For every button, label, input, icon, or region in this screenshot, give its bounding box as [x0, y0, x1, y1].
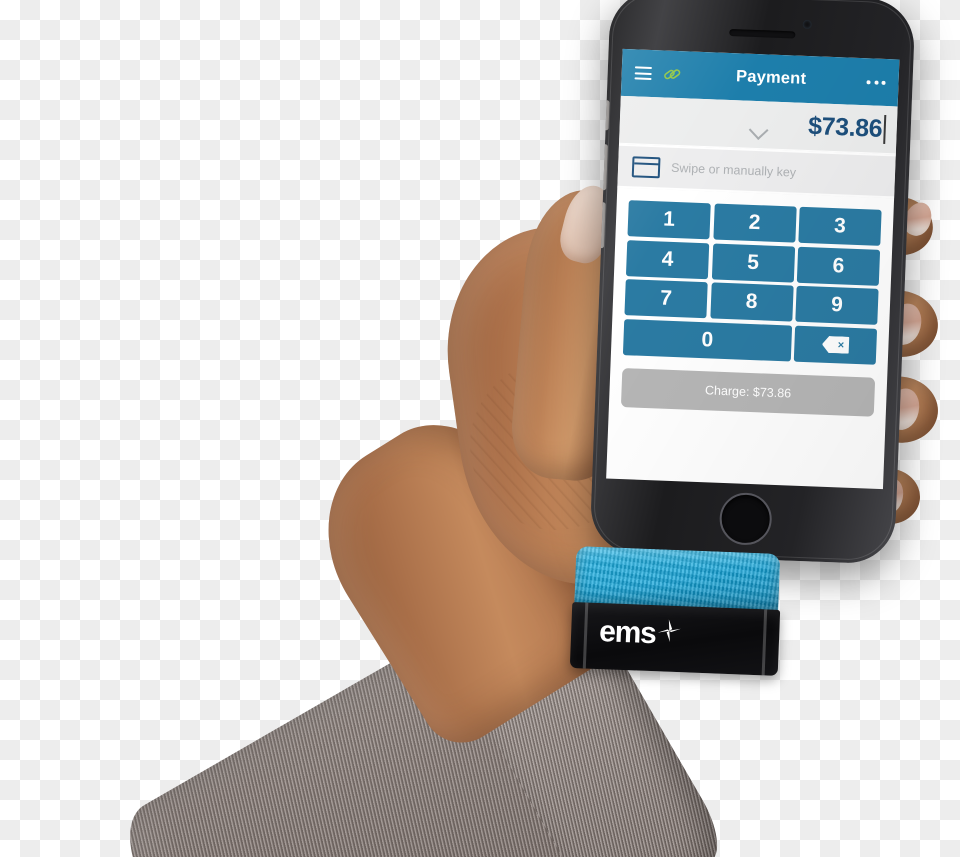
key-9[interactable]: 9: [795, 285, 879, 325]
chain-link-icon: [664, 69, 681, 80]
key-5[interactable]: 5: [711, 242, 795, 283]
card-reader-body: ems: [569, 601, 781, 676]
hamburger-menu-icon: [634, 66, 652, 80]
charge-button[interactable]: Charge: $73.86: [620, 367, 876, 417]
chevron-down-icon[interactable]: [748, 120, 769, 141]
credit-card-icon: [631, 155, 661, 178]
smartphone: Payment $73.86 Swipe or manually key 1 2…: [589, 0, 916, 565]
front-camera-icon: [802, 19, 812, 30]
key-0[interactable]: 0: [622, 318, 792, 362]
more-options-button[interactable]: [866, 79, 886, 85]
key-2[interactable]: 2: [712, 203, 797, 243]
pinwheel-star-icon: [656, 617, 683, 649]
ems-card-reader: ems: [569, 546, 785, 679]
backspace-delete-icon: ×: [822, 336, 850, 354]
backspace-key[interactable]: ×: [793, 325, 878, 365]
payment-link-button[interactable]: [662, 64, 682, 84]
page-title: Payment: [735, 67, 807, 88]
ems-wordmark: ems: [598, 615, 657, 651]
key-3[interactable]: 3: [798, 206, 882, 246]
text-caret: [883, 114, 887, 144]
keypad-area: 1 2 3 4 5 6 7 8 9 0 × Charge: $73.86: [606, 188, 894, 489]
hamburger-menu-button[interactable]: [634, 66, 652, 80]
backspace-x-glyph: ×: [837, 338, 845, 352]
key-6[interactable]: 6: [796, 246, 881, 286]
phone-screen: Payment $73.86 Swipe or manually key 1 2…: [606, 48, 900, 490]
key-7[interactable]: 7: [624, 279, 708, 319]
key-1[interactable]: 1: [627, 200, 711, 240]
screenshot-stage: Payment $73.86 Swipe or manually key 1 2…: [0, 0, 960, 857]
numeric-keypad: 1 2 3 4 5 6 7 8 9 0 ×: [622, 200, 882, 365]
amount-value: $73.86: [807, 112, 883, 143]
more-options-icon: [866, 79, 886, 85]
card-entry-placeholder: Swipe or manually key: [670, 160, 797, 180]
ems-logo: ems: [598, 615, 684, 651]
key-4[interactable]: 4: [625, 239, 710, 279]
key-8[interactable]: 8: [709, 282, 794, 322]
